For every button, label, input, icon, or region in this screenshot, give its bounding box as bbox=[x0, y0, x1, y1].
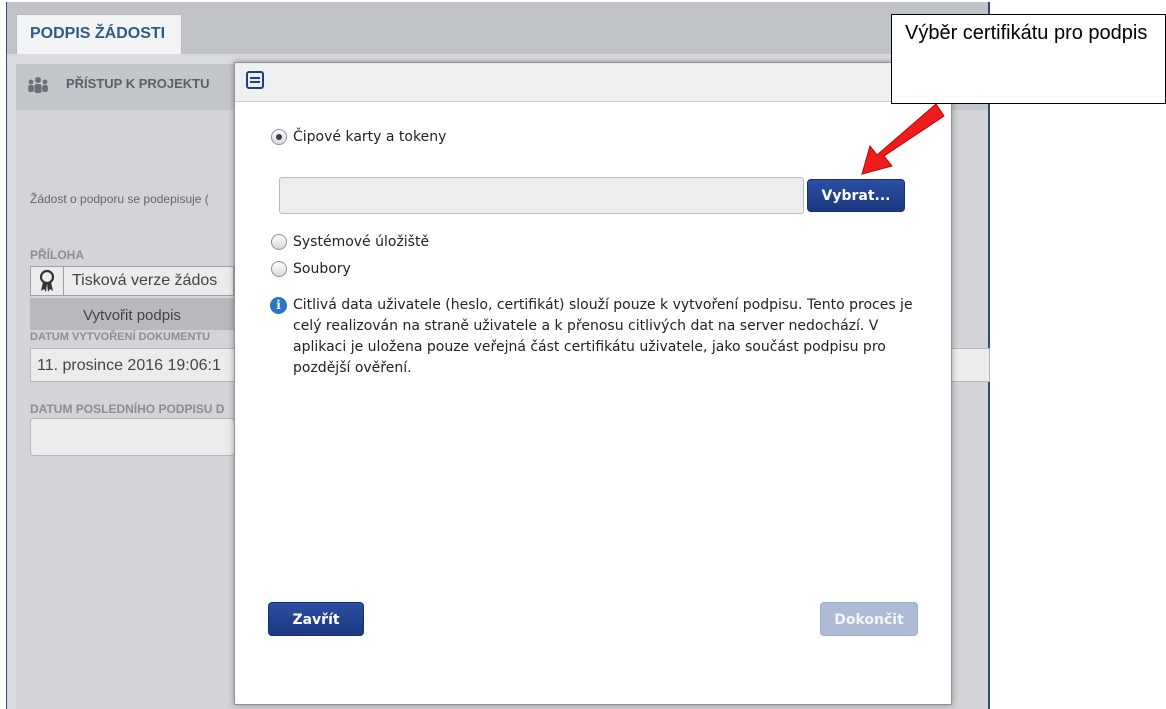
close-button[interactable]: Zavřít bbox=[268, 602, 364, 636]
info-text: Citlivá data uživatele (heslo, certifiká… bbox=[293, 297, 913, 376]
side-field bbox=[946, 348, 990, 382]
radio-label-systemove-uloziste[interactable]: Systémové úložiště bbox=[293, 234, 429, 250]
tab-podpis-zadosti[interactable]: PODPIS ŽÁDOSTI bbox=[16, 14, 182, 54]
radio-cipove-karty[interactable] bbox=[271, 129, 287, 145]
dialog-divider bbox=[235, 101, 951, 102]
attachment-label: PŘÍLOHA bbox=[30, 248, 84, 262]
radio-soubory[interactable] bbox=[271, 261, 287, 277]
red-arrow-icon bbox=[848, 100, 948, 180]
created-date-label: DATUM VYTVOŘENÍ DOKUMENTU bbox=[30, 331, 211, 343]
subnav-pristup-k-projektu[interactable]: PŘÍSTUP K PROJEKTU bbox=[66, 76, 210, 91]
annotation-callout-text: Výběr certifikátu pro podpis bbox=[905, 22, 1148, 44]
last-signature-date-field bbox=[30, 418, 235, 456]
window-icon bbox=[245, 70, 265, 90]
create-signature-button[interactable]: Vytvořit podpis bbox=[30, 298, 234, 330]
radio-label-soubory[interactable]: Soubory bbox=[293, 261, 351, 277]
certificate-input[interactable] bbox=[279, 177, 804, 214]
select-certificate-button[interactable]: Vybrat... bbox=[807, 179, 905, 212]
created-date-field: 11. prosince 2016 19:06:1 bbox=[30, 348, 235, 382]
ribbon-icon bbox=[30, 266, 64, 296]
info-icon: i bbox=[270, 297, 287, 314]
people-group-icon bbox=[26, 74, 50, 98]
radio-systemove-uloziste[interactable] bbox=[271, 234, 287, 250]
description-text: Žádost o podporu se podepisuje ( bbox=[30, 192, 209, 206]
finish-button[interactable]: Dokončit bbox=[820, 602, 918, 636]
attachment-file-name[interactable]: Tisková verze žádos bbox=[72, 272, 217, 290]
last-signature-date-label: DATUM POSLEDNÍHO PODPISU D bbox=[30, 402, 225, 416]
dialog-header bbox=[235, 63, 951, 101]
radio-label-cipove-karty[interactable]: Čipové karty a tokeny bbox=[293, 129, 446, 145]
